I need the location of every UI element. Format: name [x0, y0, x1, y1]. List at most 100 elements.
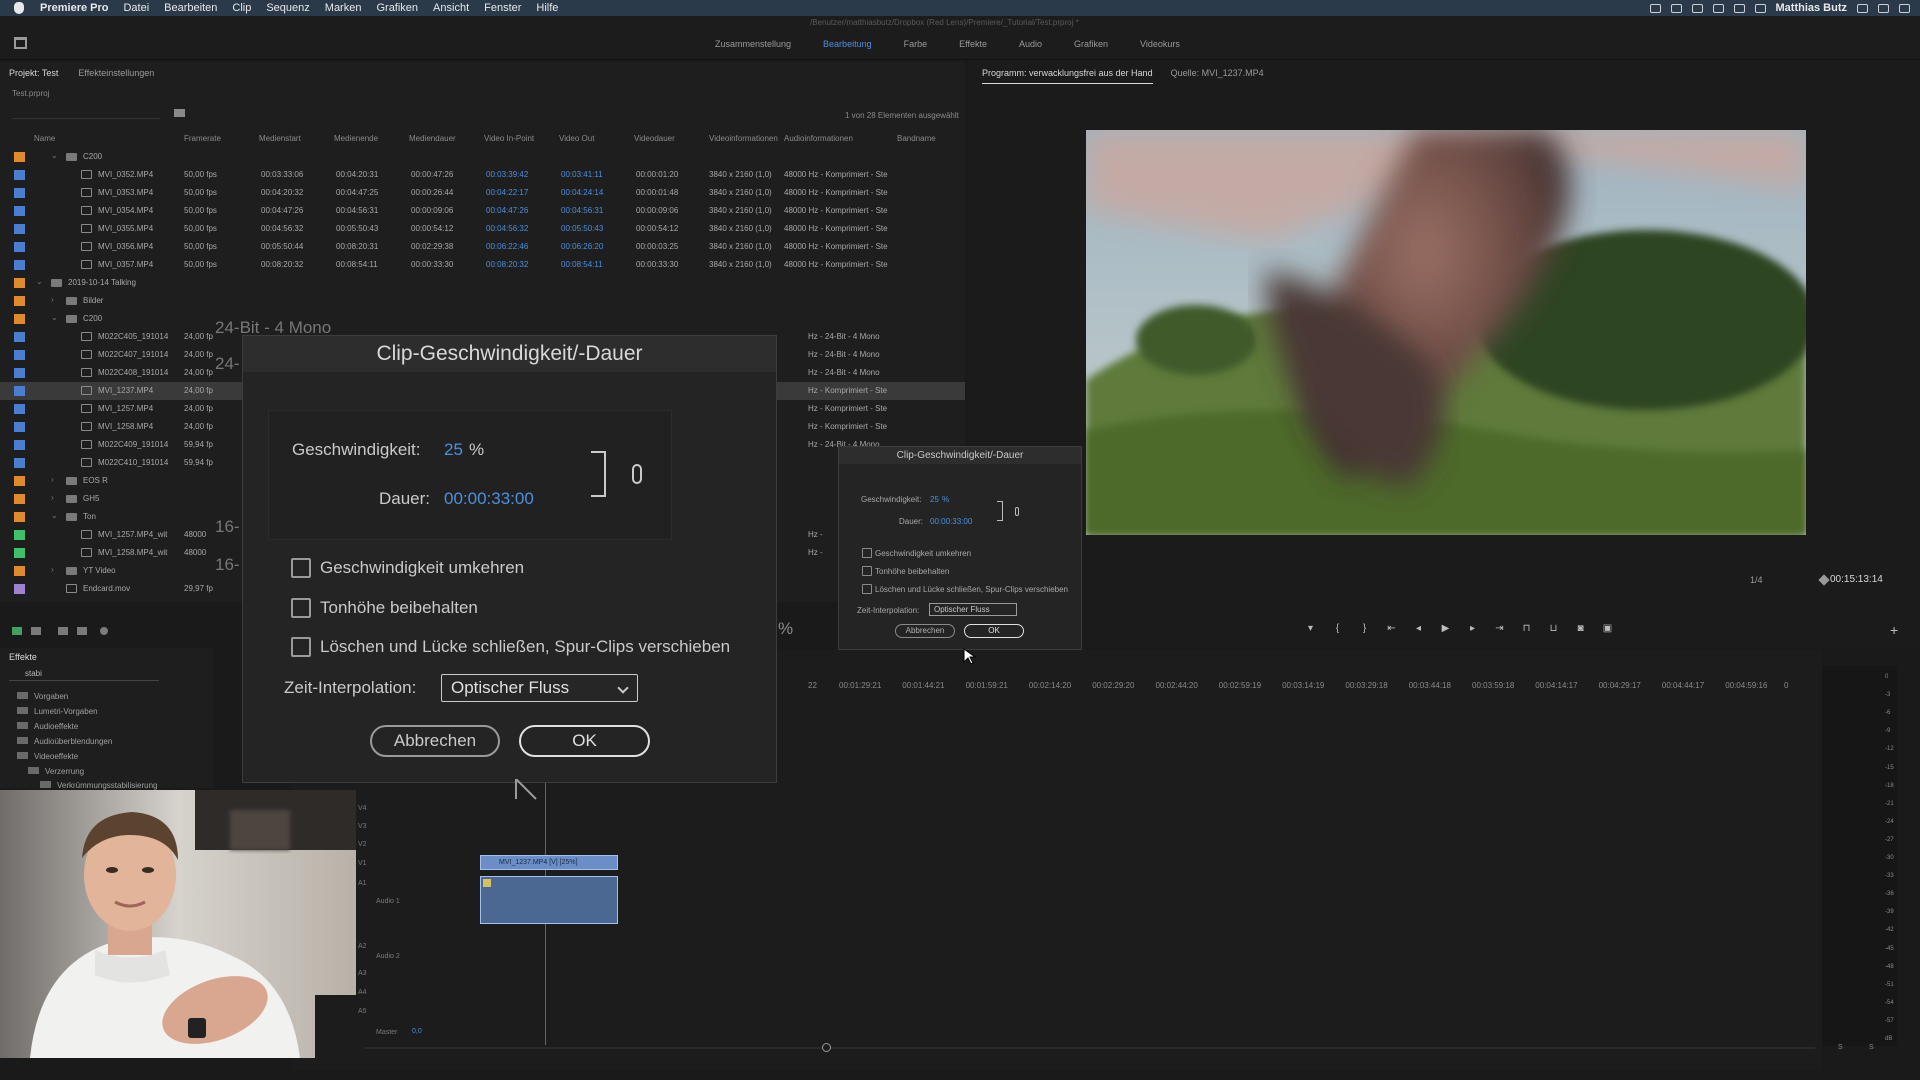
mark-in-icon[interactable]: { — [1332, 624, 1343, 634]
maintain-pitch-label[interactable]: Tonhöhe beibehalten — [320, 598, 478, 618]
chevron-right-icon[interactable]: › — [51, 475, 54, 484]
master-value[interactable]: 0,0 — [412, 1028, 422, 1035]
project-search-input[interactable] — [12, 107, 160, 119]
bin-row[interactable]: › Bilder — [0, 292, 965, 310]
maintain-pitch-checkbox[interactable] — [291, 598, 311, 618]
track-a3[interactable]: A3 — [358, 970, 367, 977]
search-icon[interactable] — [1857, 3, 1868, 13]
chevron-down-icon[interactable]: ⌄ — [36, 277, 43, 286]
chevron-right-icon[interactable]: › — [51, 493, 54, 502]
solo-right[interactable]: S — [1869, 1044, 1874, 1051]
wifi-icon[interactable] — [1754, 3, 1766, 13]
track-a2[interactable]: A2 — [358, 943, 367, 950]
program-timecode[interactable]: 00:15:13:14 — [1830, 574, 1883, 585]
menu-clip[interactable]: Clip — [232, 2, 251, 14]
col-video-out[interactable]: Video Out — [559, 134, 594, 143]
step-forward-icon[interactable]: ▸ — [1467, 624, 1478, 634]
col-audioinfo[interactable]: Audioinformationen — [784, 134, 853, 143]
export-frame-icon[interactable]: ◙ — [1575, 624, 1586, 634]
menu-marken[interactable]: Marken — [325, 2, 362, 14]
effect-folder-lumetri[interactable]: Lumetri-Vorgaben — [9, 707, 98, 716]
bin-row[interactable]: ⌄ 2019-10-14 Talking — [0, 274, 965, 292]
ripple-edit-label-small[interactable]: Löschen und Lücke schließen, Spur-Clips … — [875, 585, 1068, 594]
compare-icon[interactable]: ▣ — [1602, 624, 1613, 634]
col-framerate[interactable]: Framerate — [184, 134, 221, 143]
col-medienende[interactable]: Medienende — [334, 134, 378, 143]
label-color-swatch[interactable] — [14, 566, 25, 576]
effect-folder-videoeffekte[interactable]: Videoeffekte — [9, 752, 78, 761]
reverse-speed-checkbox-small[interactable] — [862, 548, 872, 558]
zoom-handle[interactable] — [822, 1043, 831, 1052]
effect-folder-verzerrung[interactable]: Verzerrung — [20, 767, 84, 776]
time-interpolation-select[interactable]: Optischer Fluss — [441, 674, 638, 702]
speed-value-small[interactable]: 25 — [930, 495, 939, 504]
list-view-icon[interactable] — [31, 627, 41, 635]
siri-icon[interactable] — [1878, 3, 1889, 13]
duration-value-small[interactable]: 00:00:33:00 — [930, 517, 972, 526]
effects-title[interactable]: Effekte — [9, 652, 37, 662]
label-color-swatch[interactable] — [14, 476, 25, 486]
chevron-down-icon[interactable]: ⌄ — [51, 511, 58, 520]
label-color-swatch[interactable] — [14, 152, 25, 162]
ok-button-small[interactable]: OK — [964, 624, 1024, 638]
chevron-right-icon[interactable]: › — [51, 295, 54, 304]
add-button-icon[interactable]: + — [1890, 622, 1898, 638]
track-v2[interactable]: V2 — [358, 841, 367, 848]
effects-search-input[interactable]: stabi — [9, 669, 159, 681]
tab-program[interactable]: Programm: verwacklungsfrei aus der Hand — [982, 68, 1153, 84]
clip-row[interactable]: MVI_0353.MP4 50,00 fps 00:04:20:32 00:04:47… — [0, 184, 965, 202]
menu-hilfe[interactable]: Hilfe — [536, 2, 558, 14]
col-medienstart[interactable]: Medienstart — [259, 134, 301, 143]
label-color-swatch[interactable] — [14, 260, 25, 270]
apple-icon[interactable] — [14, 2, 24, 14]
lift-icon[interactable]: ⊓ — [1521, 624, 1532, 634]
label-color-swatch[interactable] — [14, 278, 25, 288]
lock-icon[interactable] — [12, 627, 22, 635]
workspace-tab-farbe[interactable]: Farbe — [904, 39, 928, 49]
freeform-view-icon[interactable] — [77, 627, 87, 635]
label-color-swatch[interactable] — [14, 584, 25, 594]
duration-value[interactable]: 00:00:33:00 — [444, 489, 534, 509]
step-back-icon[interactable]: ◂ — [1413, 624, 1424, 634]
zoom-slider-icon[interactable] — [100, 627, 108, 635]
play-icon[interactable]: ▶ — [1440, 624, 1451, 634]
video-clip[interactable]: MVI_1237.MP4 [V] [25%] — [480, 855, 618, 870]
col-videodauer[interactable]: Videodauer — [634, 134, 675, 143]
col-video-in[interactable]: Video In-Point — [484, 134, 534, 143]
menu-bearbeiten[interactable]: Bearbeiten — [164, 2, 217, 14]
col-mediendauer[interactable]: Mediendauer — [409, 134, 456, 143]
speed-value[interactable]: 25 — [444, 440, 463, 460]
solo-left[interactable]: S — [1838, 1044, 1843, 1051]
clip-row[interactable]: MVI_0352.MP4 50,00 fps 00:03:33:06 00:04:20… — [0, 166, 965, 184]
resolution-select[interactable]: 1/4 — [1750, 575, 1763, 585]
dropbox-icon[interactable] — [1691, 3, 1703, 13]
menu-grafiken[interactable]: Grafiken — [376, 2, 418, 14]
col-videoinfo[interactable]: Videoinformationen — [709, 134, 778, 143]
track-v3[interactable]: V3 — [358, 823, 367, 830]
tab-projekt[interactable]: Projekt: Test — [9, 68, 58, 78]
go-to-out-icon[interactable]: ⇥ — [1494, 624, 1505, 634]
label-color-swatch[interactable] — [14, 332, 25, 342]
effect-folder-vorgaben[interactable]: Vorgaben — [9, 692, 68, 701]
notification-icon[interactable] — [1899, 3, 1910, 13]
label-color-swatch[interactable] — [14, 314, 25, 324]
chevron-right-icon[interactable]: › — [51, 565, 54, 574]
menu-datei[interactable]: Datei — [123, 2, 149, 14]
timemachine-icon[interactable] — [1712, 3, 1724, 13]
track-a5[interactable]: A5 — [358, 1008, 367, 1015]
label-color-swatch[interactable] — [14, 404, 25, 414]
ok-button[interactable]: OK — [519, 725, 650, 757]
ripple-edit-checkbox[interactable] — [291, 637, 311, 657]
menu-ansicht[interactable]: Ansicht — [433, 2, 469, 14]
effect-verkruemmungsstabilisierung[interactable]: Verkrümmungsstabilisierung — [32, 781, 158, 790]
user-name[interactable]: Matthias Butz — [1776, 2, 1848, 14]
settings-wrench-icon[interactable] — [1818, 574, 1830, 586]
label-color-swatch[interactable] — [14, 422, 25, 432]
label-color-swatch[interactable] — [14, 368, 25, 378]
track-audio1[interactable]: Audio 1 — [376, 898, 400, 905]
time-interpolation-select-small[interactable]: Optischer Fluss — [929, 603, 1017, 616]
go-to-in-icon[interactable]: ⇤ — [1386, 624, 1397, 634]
label-color-swatch[interactable] — [14, 188, 25, 198]
tab-source[interactable]: Quelle: MVI_1237.MP4 — [1171, 68, 1264, 84]
ripple-edit-checkbox-small[interactable] — [862, 584, 872, 594]
